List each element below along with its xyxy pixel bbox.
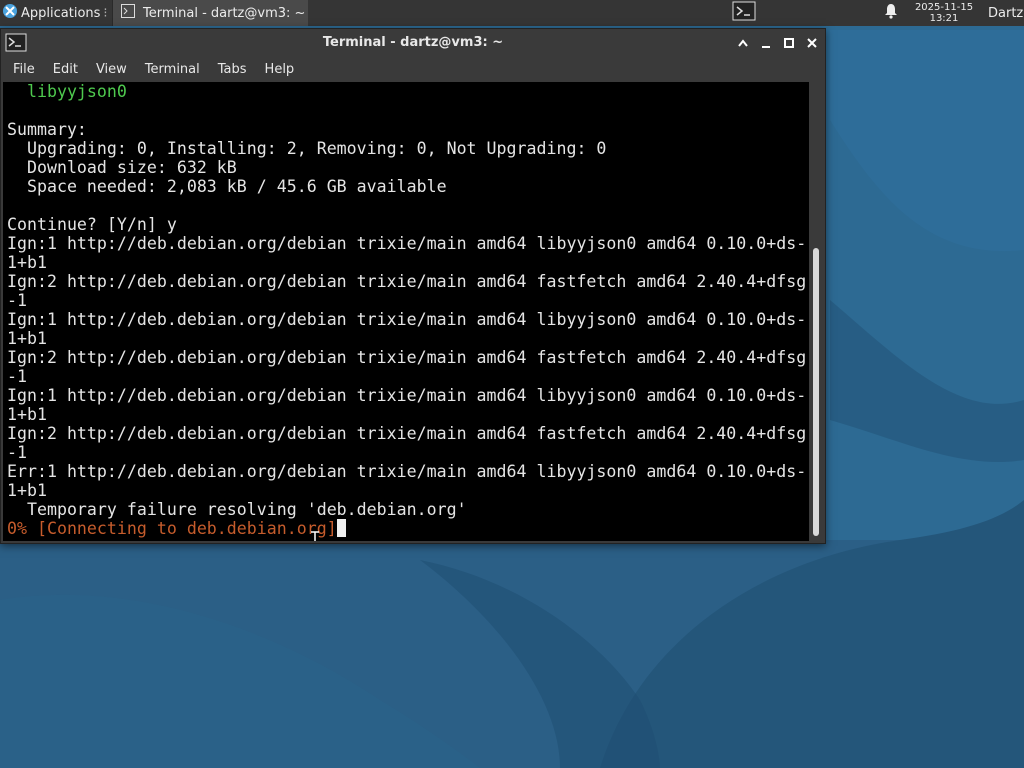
ibeam-cursor-icon (311, 531, 319, 541)
terminal-line: Ign:1 http://deb.debian.org/debian trixi… (7, 310, 807, 329)
separator-glyph: ⁝ (103, 5, 108, 21)
user-menu-button[interactable]: Dartz (984, 0, 1024, 26)
menu-edit[interactable]: Edit (47, 62, 84, 77)
taskbar-terminal-label: Terminal - dartz@vm3: ~ (143, 5, 306, 21)
menubar: File Edit View Terminal Tabs Help (1, 57, 825, 81)
terminal-line: Ign:2 http://deb.debian.org/debian trixi… (7, 424, 807, 443)
terminal-line: libyyjson0 (7, 82, 127, 101)
maximize-button[interactable] (780, 34, 798, 52)
text-cursor (336, 519, 346, 537)
terminal-line: Ign:2 http://deb.debian.org/debian trixi… (7, 348, 807, 367)
terminal-line: Err:1 http://deb.debian.org/debian trixi… (7, 462, 807, 481)
terminal-line: Temporary failure resolving 'deb.debian.… (7, 500, 467, 519)
notifications-button[interactable] (880, 0, 902, 26)
taskbar-terminal-button[interactable]: Terminal - dartz@vm3: ~ (112, 0, 308, 26)
minimize-icon (762, 46, 770, 48)
terminal-line: 1+b1 (7, 329, 47, 348)
chevron-up-icon (738, 39, 748, 47)
terminal-text: libyyjson0 Summary: Upgrading: 0, Install… (7, 82, 806, 538)
clock-date: 2025-11-15 (914, 2, 974, 13)
terminal-output-area[interactable]: libyyjson0 Summary: Upgrading: 0, Install… (3, 82, 809, 541)
menu-tabs[interactable]: Tabs (212, 62, 253, 77)
terminal-line: Summary: (7, 120, 87, 139)
terminal-line: 1+b1 (7, 405, 47, 424)
maximize-icon (784, 38, 794, 48)
close-button[interactable] (803, 34, 821, 52)
terminal-line: -1 (7, 443, 27, 462)
window-titlebar[interactable]: Terminal - dartz@vm3: ~ (1, 29, 825, 57)
terminal-line: Ign:1 http://deb.debian.org/debian trixi… (7, 386, 807, 405)
terminal-line: 1+b1 (7, 253, 47, 272)
applications-menu-button[interactable]: Applications ⁝ (0, 0, 112, 26)
terminal-line: Download size: 632 kB (7, 158, 237, 177)
window-title: Terminal - dartz@vm3: ~ (322, 35, 504, 50)
terminal-line: Ign:1 http://deb.debian.org/debian trixi… (7, 234, 807, 253)
close-icon (807, 38, 817, 48)
clock-time: 13:21 (929, 13, 959, 24)
applications-label: Applications (21, 5, 101, 21)
terminal-launcher-icon (732, 1, 756, 25)
terminal-scrollbar[interactable] (809, 82, 825, 541)
terminal-line: -1 (7, 291, 27, 310)
menu-file[interactable]: File (7, 62, 41, 77)
terminal-window: Terminal - dartz@vm3: ~ File Edit View T… (0, 28, 826, 544)
scrollbar-thumb[interactable] (813, 248, 819, 536)
xfce-logo-icon (2, 3, 21, 23)
bell-icon (884, 3, 898, 23)
terminal-progress-line: 0% [Connecting to deb.debian.org] (7, 519, 806, 538)
menu-terminal[interactable]: Terminal (139, 62, 206, 77)
top-panel: Applications ⁝ Terminal - dartz@vm3: ~ 2… (0, 0, 1024, 26)
shade-button[interactable] (734, 34, 752, 52)
menu-help[interactable]: Help (259, 62, 301, 77)
progress-status-text: 0% [Connecting to deb.debian.org] (7, 519, 337, 538)
terminal-line: 1+b1 (7, 481, 47, 500)
terminal-line: Upgrading: 0, Installing: 2, Removing: 0… (7, 139, 607, 158)
terminal-line: Space needed: 2,083 kB / 45.6 GB availab… (7, 177, 447, 196)
menu-view[interactable]: View (90, 62, 133, 77)
terminal-line: Continue? [Y/n] y (7, 215, 177, 234)
terminal-line: -1 (7, 367, 27, 386)
terminal-launcher-button[interactable] (727, 0, 761, 26)
clock[interactable]: 2025-11-15 13:21 (908, 0, 980, 26)
terminal-line: Ign:2 http://deb.debian.org/debian trixi… (7, 272, 807, 291)
terminal-icon (121, 4, 135, 22)
minimize-button[interactable] (757, 34, 775, 52)
